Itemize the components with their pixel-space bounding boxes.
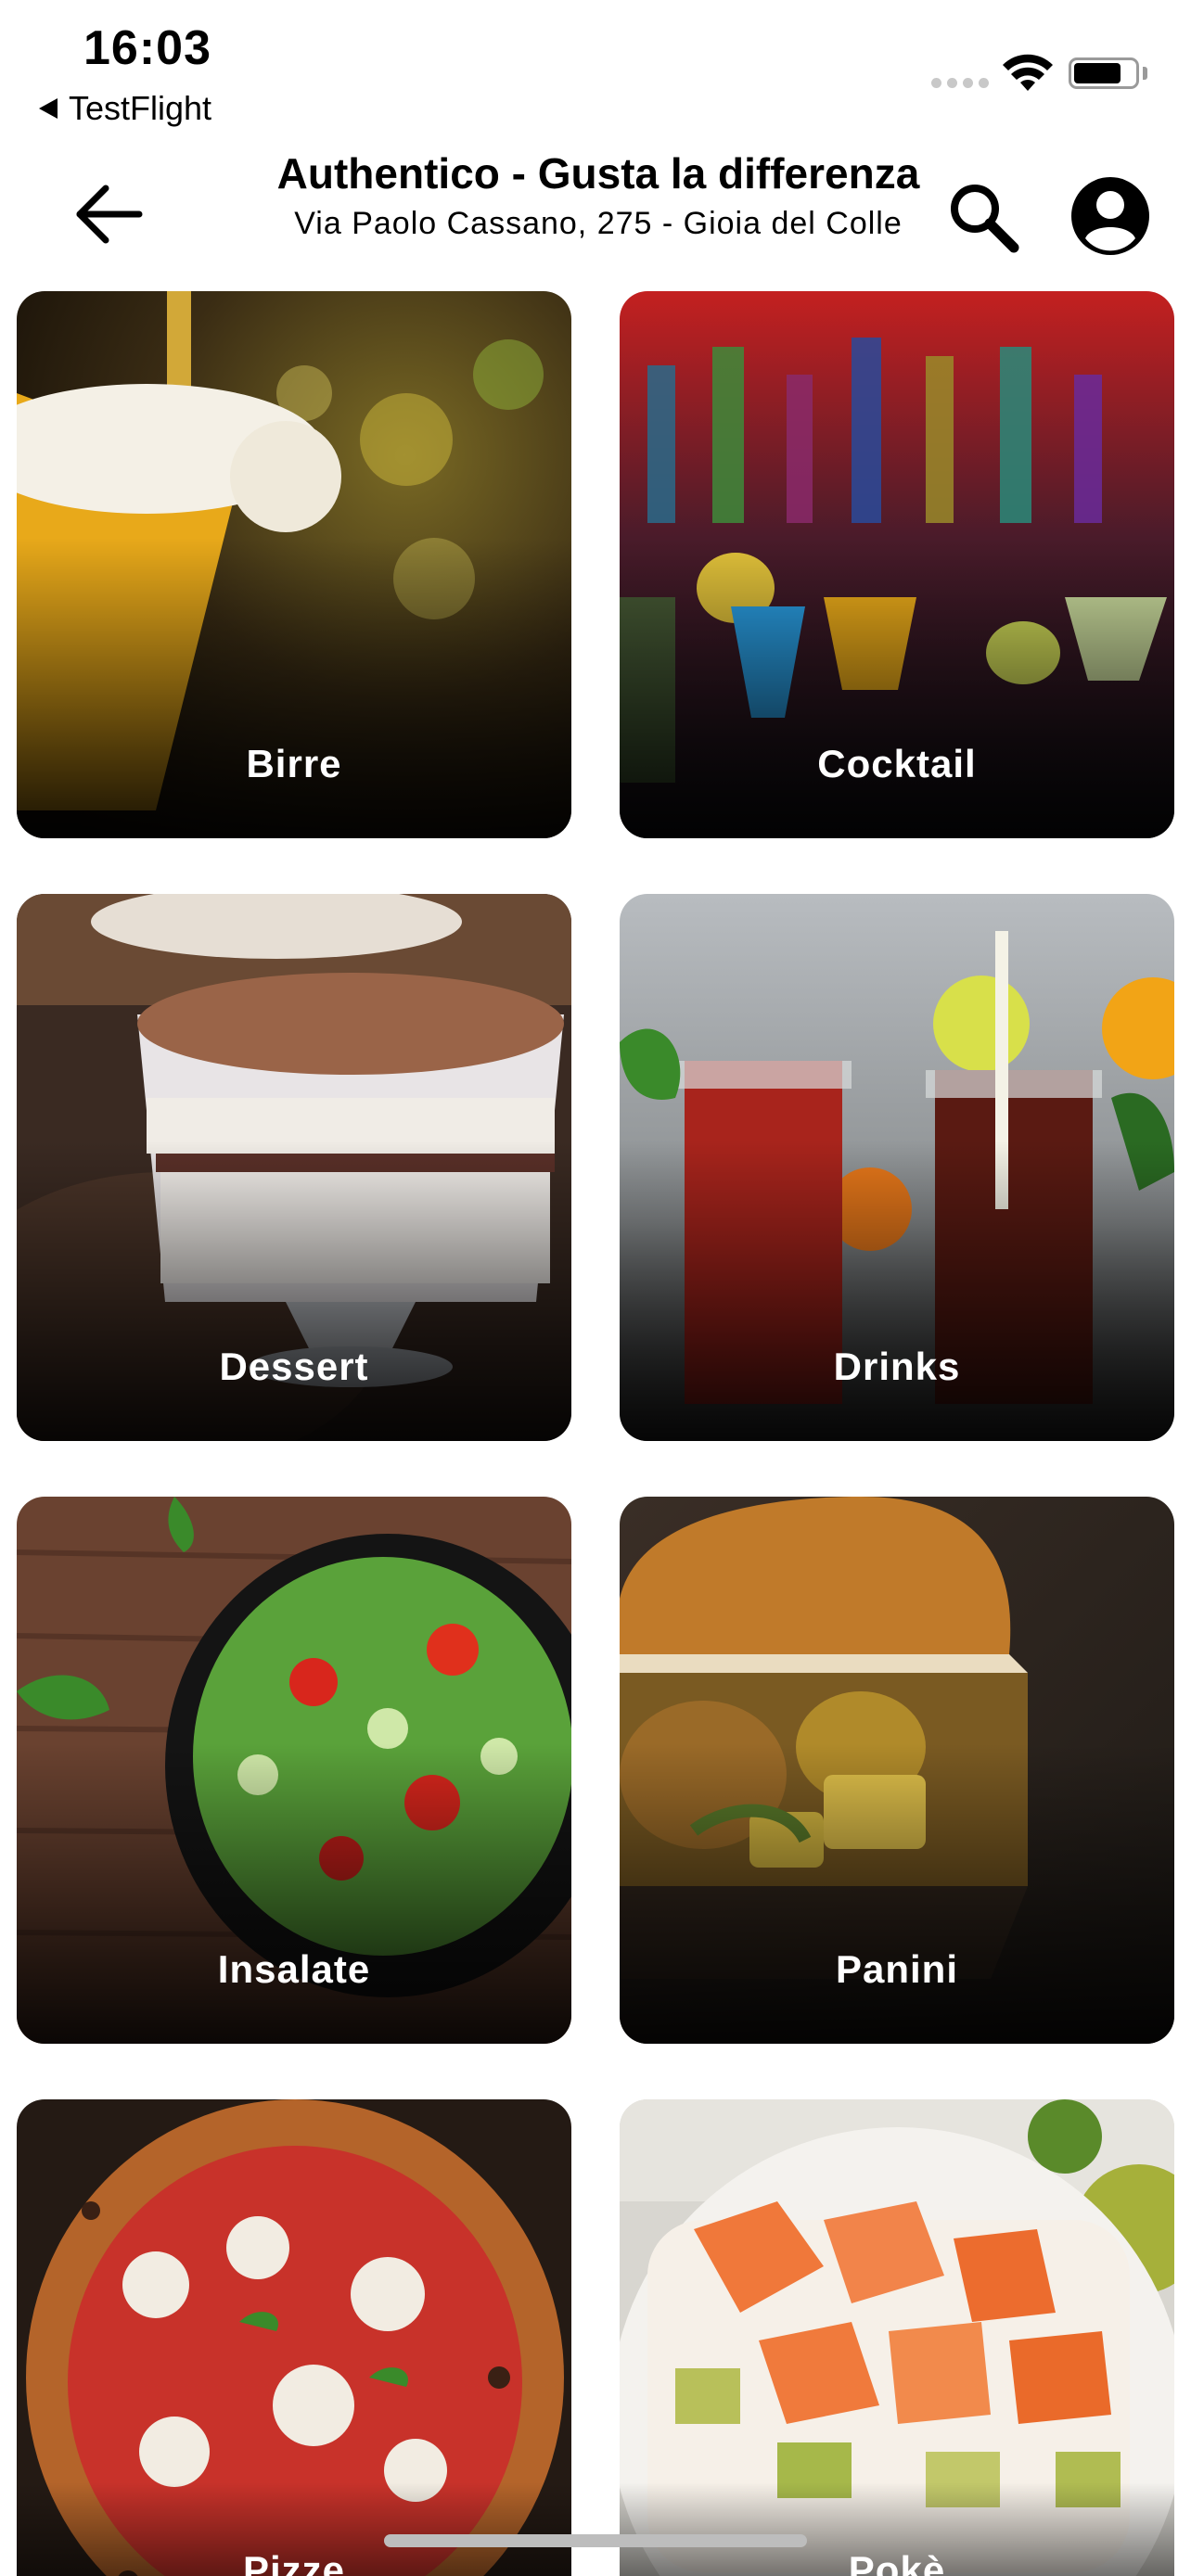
category-label: Dessert: [219, 1345, 369, 1388]
category-card-panini[interactable]: Panini: [620, 1497, 1174, 2044]
category-card-dessert[interactable]: Dessert: [17, 894, 571, 1441]
category-grid: Birre Cocktail Dessert Drinks Insalate P…: [0, 0, 1191, 2576]
home-indicator[interactable]: [384, 2534, 807, 2547]
category-card-insalate[interactable]: Insalate: [17, 1497, 571, 2044]
category-card-drinks[interactable]: Drinks: [620, 894, 1174, 1441]
category-label: Cocktail: [817, 742, 977, 785]
category-label: Birre: [246, 742, 342, 785]
category-label: Pokè: [848, 2548, 946, 2576]
category-label: Drinks: [833, 1345, 961, 1388]
category-card-poke[interactable]: Pokè: [620, 2099, 1174, 2576]
category-card-birre[interactable]: Birre: [17, 291, 571, 838]
category-label: Pizze: [242, 2548, 346, 2576]
category-card-cocktail[interactable]: Cocktail: [620, 291, 1174, 838]
category-label: Insalate: [217, 1947, 371, 1991]
category-label: Panini: [835, 1947, 959, 1991]
category-card-pizze[interactable]: Pizze: [17, 2099, 571, 2576]
